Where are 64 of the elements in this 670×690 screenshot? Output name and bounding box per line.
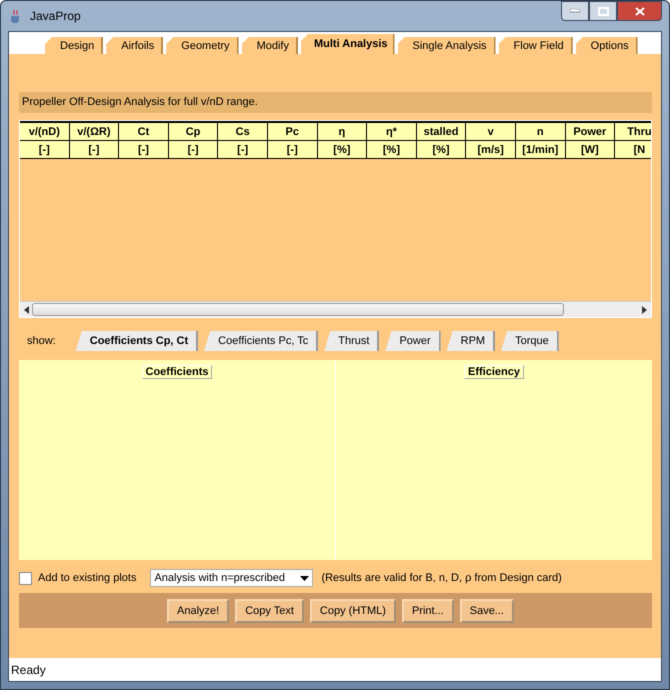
maximize-button[interactable] (589, 1, 617, 21)
tab[interactable]: Options (576, 37, 638, 54)
unit-header: [W] (564, 141, 616, 159)
left-arrow-icon[interactable] (24, 306, 30, 314)
action-button[interactable]: Copy Text (235, 598, 304, 622)
unit-header: [-] (68, 141, 120, 159)
column-header: v (465, 121, 516, 141)
tab[interactable]: Multi Analysis (300, 34, 395, 54)
plot-tab[interactable]: Coefficients Cp, Ct (76, 331, 198, 351)
action-button[interactable]: Analyze! (167, 598, 230, 622)
mode-dropdown[interactable]: Analysis with n=prescribed (150, 569, 314, 587)
plot-tab[interactable]: Coefficients Pc, Tc (204, 331, 318, 351)
horizontal-scrollbar[interactable] (20, 301, 651, 317)
column-header: v/(ΩR) (68, 121, 120, 141)
note-text: (Results are valid for B, n, D, ρ from Design card) (321, 572, 562, 584)
column-header: Pc (266, 121, 318, 141)
window-title: JavaProp (30, 9, 81, 23)
column-header: stalled (416, 121, 466, 141)
minimize-button[interactable] (561, 1, 589, 21)
show-label: show: (27, 335, 56, 347)
dropdown-caret-icon (300, 576, 310, 580)
unit-header: [-] (118, 141, 169, 159)
unit-header: [%] (416, 141, 466, 159)
tab[interactable]: Modify (242, 37, 298, 54)
action-button[interactable]: Copy (HTML) (310, 598, 396, 622)
tab[interactable]: Airfoils (106, 37, 164, 54)
unit-header: [%] (366, 141, 417, 159)
checkbox-label: Add to existing plots (38, 572, 136, 584)
tab[interactable]: Single Analysis (398, 37, 496, 54)
column-header: Thru (614, 121, 651, 141)
close-icon (634, 6, 644, 16)
unit-header: [m/s] (465, 141, 516, 159)
column-header: Cs (217, 121, 268, 141)
plot-tab[interactable]: Thrust (324, 331, 380, 351)
section-heading: Propeller Off-Design Analysis for full v/nD range. (19, 92, 652, 113)
column-header: η* (366, 121, 417, 141)
column-header: Ct (118, 121, 169, 141)
plot-tab[interactable]: RPM (446, 331, 496, 351)
plot-tab[interactable]: Power (385, 331, 441, 351)
plot-tab[interactable]: Torque (501, 331, 559, 351)
column-header: v/(nD) (20, 121, 70, 141)
maximize-icon (598, 6, 608, 16)
unit-header: [-] (20, 141, 70, 159)
unit-header: [N (614, 141, 651, 159)
column-header: Cp (168, 121, 218, 141)
plot-title: Efficiency (464, 365, 524, 379)
right-arrow-icon[interactable] (641, 306, 647, 314)
column-header: Power (564, 121, 616, 141)
unit-header: [-] (168, 141, 218, 159)
action-button[interactable]: Save... (460, 598, 514, 622)
unit-header: [-] (217, 141, 268, 159)
tab[interactable]: Geometry (166, 37, 239, 54)
tab[interactable]: Design (45, 37, 104, 54)
unit-header: [1/min] (514, 141, 566, 159)
unit-header: [-] (266, 141, 318, 159)
plot-title: Coefficients (142, 365, 212, 379)
action-button[interactable]: Print... (402, 598, 454, 622)
minimize-icon (570, 9, 580, 13)
checkbox[interactable] (19, 572, 32, 584)
close-button[interactable] (617, 1, 662, 21)
column-header: n (514, 121, 566, 141)
column-header: η (316, 121, 368, 141)
tab[interactable]: Flow Field (498, 37, 573, 54)
unit-header: [%] (316, 141, 368, 159)
